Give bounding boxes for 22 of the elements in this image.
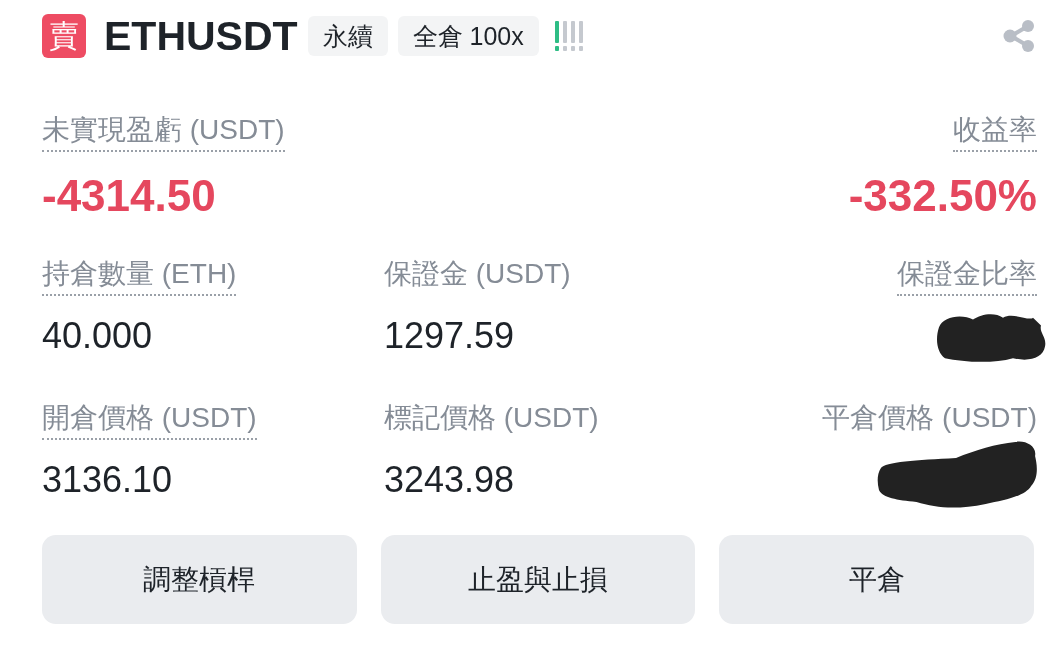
share-icon[interactable]: [1003, 20, 1035, 52]
action-button[interactable]: 調整槓桿: [42, 535, 357, 624]
action-button[interactable]: 止盈與止損: [380, 535, 696, 624]
metric-value: -332.50%: [848, 172, 1037, 220]
field-value: 1297.59: [384, 314, 515, 358]
field-label: 保證金 (USDT): [384, 257, 571, 291]
field-value: 3136.10: [42, 458, 173, 502]
sell-badge: 賣: [42, 14, 86, 58]
field-label: 保證金比率: [897, 254, 1037, 296]
field-label: 標記價格 (USDT): [384, 401, 599, 435]
metric-label: 收益率: [953, 110, 1037, 152]
field-value: 40.000: [42, 314, 153, 358]
field-label: 持倉數量 (ETH): [42, 254, 237, 296]
tag: 全倉 100x: [397, 16, 539, 56]
field-label: 開倉價格 (USDT): [42, 398, 257, 440]
action-button[interactable]: 平倉: [719, 535, 1034, 624]
tag: 永續: [307, 16, 388, 56]
field-label: 平倉價格 (USDT): [822, 401, 1037, 435]
symbol-title: ETHUSDT: [104, 14, 298, 58]
metric-label: 未實現盈虧 (USDT): [42, 110, 285, 152]
metric-value: -4314.50: [42, 172, 216, 220]
field-value: 3243.98: [384, 458, 515, 502]
